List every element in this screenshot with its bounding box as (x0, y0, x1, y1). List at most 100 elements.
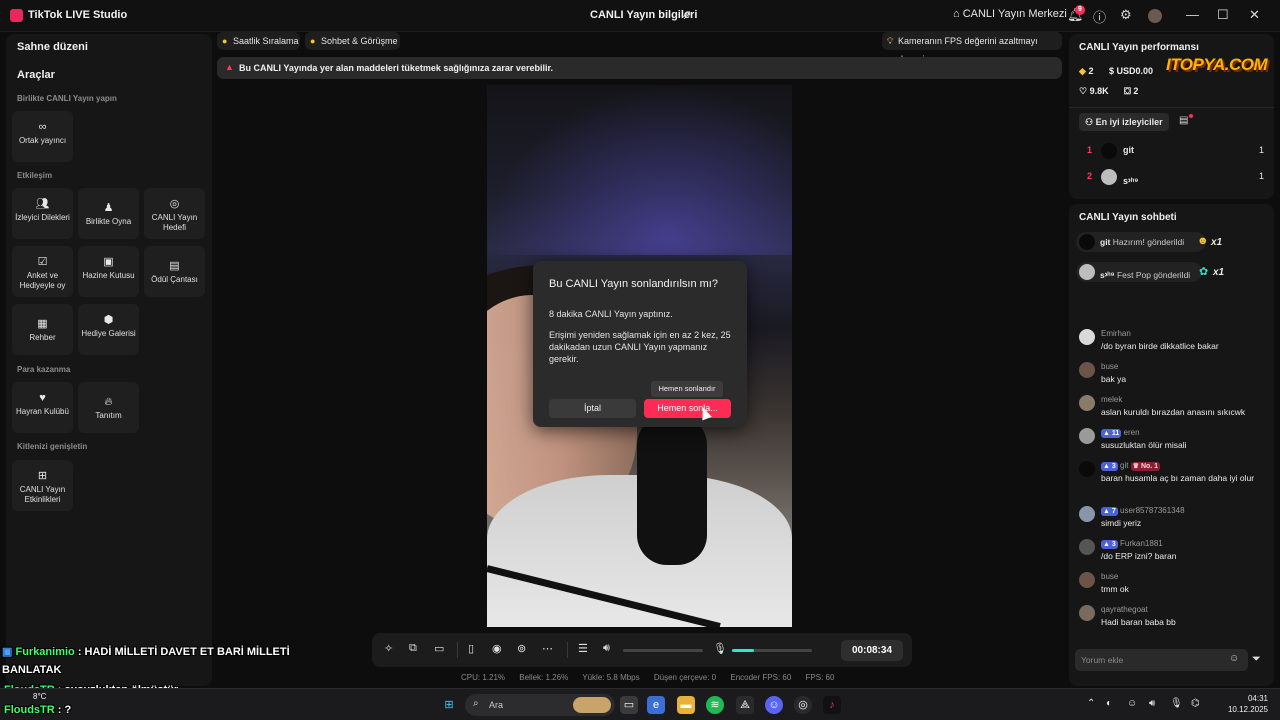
tool-live-events[interactable]: ⊞ CANLI Yayın Etkinlikleri (12, 460, 73, 511)
help-icon[interactable]: ⓘ (1093, 7, 1106, 26)
gear-icon[interactable]: ⚙ (1120, 7, 1132, 23)
tool-label: CANLI Yayın Hedefi (151, 213, 198, 232)
tool-cohost[interactable]: ∞ Ortak yayıncı (12, 111, 73, 162)
end-now-button[interactable]: Hemen sonla... (644, 399, 731, 418)
layout-icon[interactable]: ▭ (434, 642, 444, 655)
overlay-text: : HADİ MİLLETİ DAVET ET BARİ MİLLETİ (77, 646, 290, 658)
tool-label: Ödül Çantası (151, 275, 198, 284)
list-icon[interactable]: ▤ (1179, 115, 1188, 126)
title-bar: TikTok LIVE Studio CANLI Yayın bilgileri… (0, 0, 1280, 32)
taskbar-search[interactable]: ⌕ Ara (465, 694, 615, 716)
chat-text: tmm ok (1101, 584, 1129, 594)
chat-avatar (1079, 506, 1095, 522)
chat-meeting-chip[interactable]: ● Sohbet & Görüşme (305, 32, 400, 50)
chat-text: /do ERP izni? baran (1101, 551, 1177, 561)
tool-poll[interactable]: ☑ Anket ve Hediyeyle oy (12, 246, 73, 297)
tray-app-icon[interactable]: ◐ (1106, 698, 1112, 709)
comment-input[interactable] (1081, 653, 1221, 667)
weather-temp[interactable]: 8°C (33, 692, 46, 701)
system-clock[interactable]: 04:31 10.12.2025 (1220, 693, 1268, 715)
people-icon: 👥︎ (35, 198, 50, 210)
encoder-fps-stat: Encoder FPS: 60 (730, 673, 792, 682)
overlay-chat-line: BANLATAK (2, 664, 62, 676)
gift-sticker-icon: ☻ (1197, 235, 1209, 247)
left-panel: Sahne düzeni Araçlar Birlikte CANLI Yayı… (6, 34, 212, 686)
app-title: TikTok LIVE Studio (28, 9, 128, 21)
record-icon[interactable]: ◉ (492, 642, 502, 655)
ranking-row[interactable]: 1 git 1 (1079, 142, 1264, 160)
cancel-button[interactable]: İptal (549, 399, 636, 418)
volume-slider[interactable] (623, 649, 703, 652)
chat-text: susuzluktan ölür misali (1101, 440, 1187, 450)
tray-chevron-icon[interactable]: ⌃ (1087, 698, 1095, 709)
performance-title: CANLI Yayın performansı (1079, 42, 1199, 53)
stats-bar: CPU: 1.21% Bellek: 1.26% Yükle: 5.8 Mbps… (461, 673, 846, 682)
chip-label: Sohbet & Görüşme (321, 36, 398, 46)
filter-icon[interactable]: ⏷ (1252, 653, 1261, 666)
likes-value: 9.8K (1089, 86, 1109, 96)
gifts-value: 2 (1133, 86, 1139, 96)
emoji-icon[interactable]: ☺ (1229, 653, 1239, 664)
level-value: 3 (1111, 541, 1116, 548)
gift-multiplier: x1 (1211, 237, 1223, 248)
tool-live-goal[interactable]: ◎ CANLI Yayın Hedefi (144, 188, 205, 239)
chrome-icon[interactable]: ◎ (794, 696, 812, 714)
tool-treasure-box[interactable]: ▣ Hazine Kutusu (78, 246, 139, 297)
add-source-icon[interactable]: ⧉ (409, 642, 417, 655)
tool-viewer-requests[interactable]: 👥︎ İzleyici Dilekleri (12, 188, 73, 239)
maximize-button[interactable]: ☐ (1217, 7, 1229, 23)
flame-icon: 🔥︎ (104, 396, 113, 408)
scene-layout-title[interactable]: Sahne düzeni (17, 41, 88, 53)
tool-promotion[interactable]: 🔥︎ Tanıtım (78, 382, 139, 433)
viewer-name: git (1123, 145, 1134, 155)
sliders-icon[interactable]: ☰ (578, 642, 588, 655)
ranking-row[interactable]: 2 s᠈ʰ⁹ 1 (1079, 168, 1264, 186)
itopya-watermark: ITOPYA.COM (1166, 55, 1268, 74)
lightbulb-icon: 💡︎ (887, 36, 894, 46)
hourly-ranking-chip[interactable]: ● Saatlik Sıralama (217, 32, 300, 50)
profile-avatar[interactable] (1148, 9, 1162, 23)
top-viewers-tab[interactable]: ⚇ En iyi izleyiciler (1079, 113, 1169, 131)
end-live-dialog: Bu CANLI Yayın sonlandırılsın mı? 8 daki… (533, 261, 747, 427)
tray-discord-icon[interactable]: ☺ (1127, 698, 1137, 709)
tool-fan-club[interactable]: ♥ Hayran Kulübü (12, 382, 73, 433)
task-view-icon[interactable]: ▭ (620, 696, 638, 714)
tool-guide[interactable]: ▦ Rehber (12, 304, 73, 355)
gift-event: git Hazırım! gönderildi (1076, 232, 1206, 252)
microphone-icon[interactable]: 🎙︎ (713, 642, 727, 655)
capture-icon[interactable]: ⊚ (517, 642, 526, 655)
close-button[interactable]: ✕ (1249, 7, 1260, 23)
tool-play-together[interactable]: ♟ Birlikte Oyna (78, 188, 139, 239)
discord-icon[interactable]: ☺ (765, 696, 783, 714)
chat-username: git (1120, 461, 1129, 470)
app-icon[interactable]: ⟁ (736, 696, 754, 714)
phone-icon[interactable]: ▯ (468, 642, 474, 655)
windows-start-icon[interactable]: ⊞ (440, 696, 458, 714)
mic-tray-icon[interactable]: 🎙︎ (1170, 698, 1183, 709)
level-badge: ▲ 3 (1101, 462, 1118, 471)
book-icon: ▦ (37, 318, 48, 330)
live-center-button[interactable]: ⌂ CANLI Yayın Merkezi (953, 8, 1067, 20)
share-icon[interactable]: ⇗ (681, 7, 692, 23)
gift-avatar (1079, 264, 1095, 280)
edge-browser-icon[interactable]: e (647, 696, 665, 714)
top-viewers-label: En iyi izleyiciler (1095, 117, 1163, 127)
section-interaction: Etkileşim (17, 171, 53, 180)
volume-icon[interactable]: 🔊︎ (1149, 698, 1155, 709)
tiktok-studio-icon[interactable]: ♪ (823, 696, 841, 714)
mic-slider[interactable] (732, 649, 812, 652)
more-icon[interactable]: ⋯ (542, 642, 553, 655)
chat-username: eren (1123, 428, 1140, 437)
fps-tip-chip[interactable]: 💡︎Kameranın FPS değerini azaltmayı deney… (882, 32, 1062, 64)
chat-avatar (1079, 362, 1095, 378)
speaker-icon[interactable]: 🔊︎ (603, 642, 610, 655)
magic-wand-icon[interactable]: ✧ (384, 642, 393, 655)
minimize-button[interactable]: — (1186, 7, 1199, 22)
spotify-icon[interactable]: ≋ (706, 696, 724, 714)
new-dot (1189, 114, 1193, 118)
file-explorer-icon[interactable]: ▬ (677, 696, 695, 714)
tool-gift-gallery[interactable]: ⬢ Hediye Galerisi (78, 304, 139, 355)
tool-reward-bag[interactable]: ▤ Ödül Çantası (144, 246, 205, 297)
network-icon[interactable]: ⌬ (1191, 698, 1200, 709)
overlay-badge-icon: ▣ (2, 646, 13, 658)
